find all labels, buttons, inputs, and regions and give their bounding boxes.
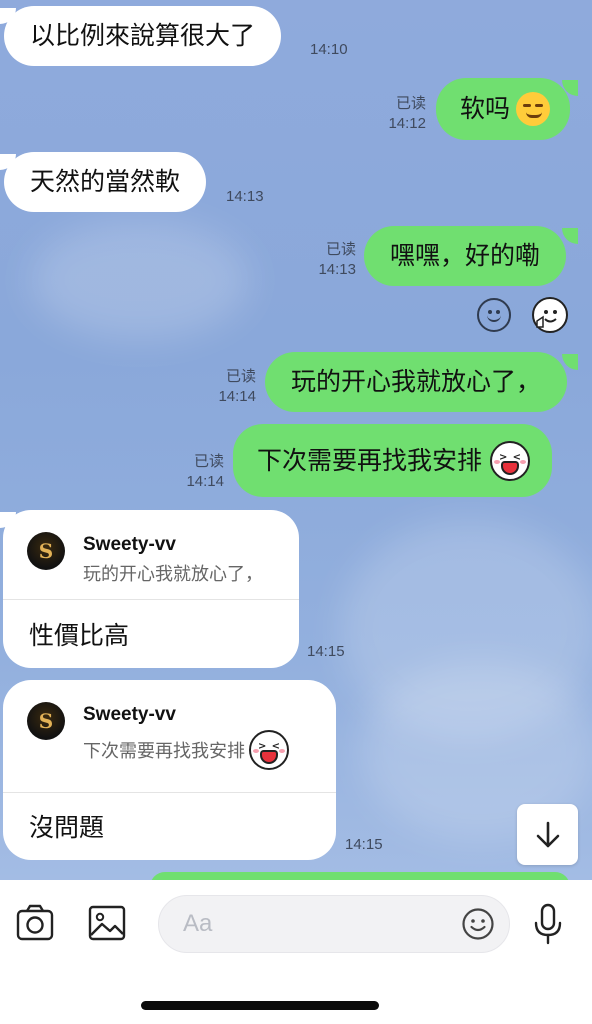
- voice-message-button[interactable]: [531, 902, 565, 946]
- quoted-text: 玩的开心我就放心了，: [83, 564, 263, 585]
- message-time: 14:15: [345, 836, 383, 853]
- message-time: 14:13: [226, 188, 264, 205]
- quoted-text-content: 下次需要再找我安排: [83, 741, 245, 762]
- message-text: 天然的當然軟: [30, 167, 181, 196]
- quoted-text: 下次需要再找我安排 > <: [83, 730, 289, 770]
- message-outgoing[interactable]: 软吗: [436, 78, 571, 140]
- message-time: 14:10: [310, 41, 348, 58]
- message-text: 沒問題: [29, 813, 105, 842]
- message-time: 14:15: [307, 643, 345, 660]
- message-meta: 已读 14:14: [200, 367, 256, 407]
- laughing-sticker-icon: > <: [490, 440, 531, 481]
- quoted-message[interactable]: S Sweety-vv 玩的开心我就放心了，: [3, 510, 299, 600]
- smiley-icon: [462, 908, 494, 940]
- message-time: 14:14: [186, 473, 224, 490]
- message-text: 性價比高: [29, 621, 130, 650]
- message-text: 玩的开心我就放心了，: [291, 367, 542, 396]
- message-text: 嘿嘿，好的嘞: [390, 241, 541, 270]
- reply-message[interactable]: S Sweety-vv 下次需要再找我安排 > < 沒問題: [3, 680, 336, 860]
- read-receipt: 已读: [325, 241, 356, 258]
- emoji-button[interactable]: [461, 907, 495, 941]
- message-incoming[interactable]: 以比例來說算很大了: [4, 6, 282, 66]
- message-text: 以比例來說算很大了: [30, 21, 256, 50]
- message-input[interactable]: Aa: [158, 895, 510, 953]
- quoted-author: Sweety-vv: [83, 704, 176, 725]
- image-icon: [88, 905, 126, 941]
- message-outgoing[interactable]: 下次需要再找我安排 > <: [233, 424, 553, 497]
- read-receipt: 已读: [225, 368, 256, 385]
- message-text: 下次需要再找我安排: [257, 445, 483, 475]
- message-text: 软吗: [460, 94, 511, 123]
- quoted-author: Sweety-vv: [83, 534, 176, 555]
- message-meta: 已读 14:12: [370, 94, 426, 134]
- scroll-to-bottom-button[interactable]: [517, 804, 578, 865]
- message-incoming[interactable]: 天然的當然軟: [4, 152, 207, 212]
- quoted-message[interactable]: S Sweety-vv 下次需要再找我安排 > <: [3, 680, 336, 793]
- message-time: 14:12: [388, 115, 426, 132]
- message-outgoing[interactable]: 嘿嘿，好的嘞: [364, 226, 567, 286]
- microphone-icon: [534, 903, 562, 945]
- arrow-down-icon: [536, 821, 559, 847]
- camera-button[interactable]: [14, 900, 56, 946]
- read-receipt: 已读: [193, 453, 224, 470]
- message-time: 14:13: [318, 261, 356, 278]
- message-meta: 已读 14:14: [168, 452, 224, 492]
- camera-icon: [16, 904, 54, 941]
- message-meta: 已读 14:13: [300, 240, 356, 280]
- avatar: S: [27, 702, 65, 740]
- read-receipt: 已读: [395, 95, 426, 112]
- input-placeholder: Aa: [183, 910, 213, 937]
- smirking-face-icon: [516, 92, 551, 126]
- message-outgoing-partial[interactable]: [150, 872, 570, 880]
- gallery-button[interactable]: [86, 902, 128, 944]
- reply-message[interactable]: S Sweety-vv 玩的开心我就放心了， 性價比高: [3, 510, 299, 668]
- reaction-smiley-icon[interactable]: [477, 298, 511, 332]
- message-outgoing[interactable]: 玩的开心我就放心了，: [265, 352, 568, 412]
- message-time: 14:14: [218, 388, 256, 405]
- home-indicator[interactable]: [141, 1001, 379, 1010]
- avatar: S: [27, 532, 65, 570]
- chat-area[interactable]: 以比例來說算很大了 14:10 已读 14:12 软吗 天然的當然軟 14:13…: [0, 0, 592, 880]
- add-reaction-icon[interactable]: [532, 297, 568, 333]
- laughing-sticker-icon: > <: [249, 730, 289, 770]
